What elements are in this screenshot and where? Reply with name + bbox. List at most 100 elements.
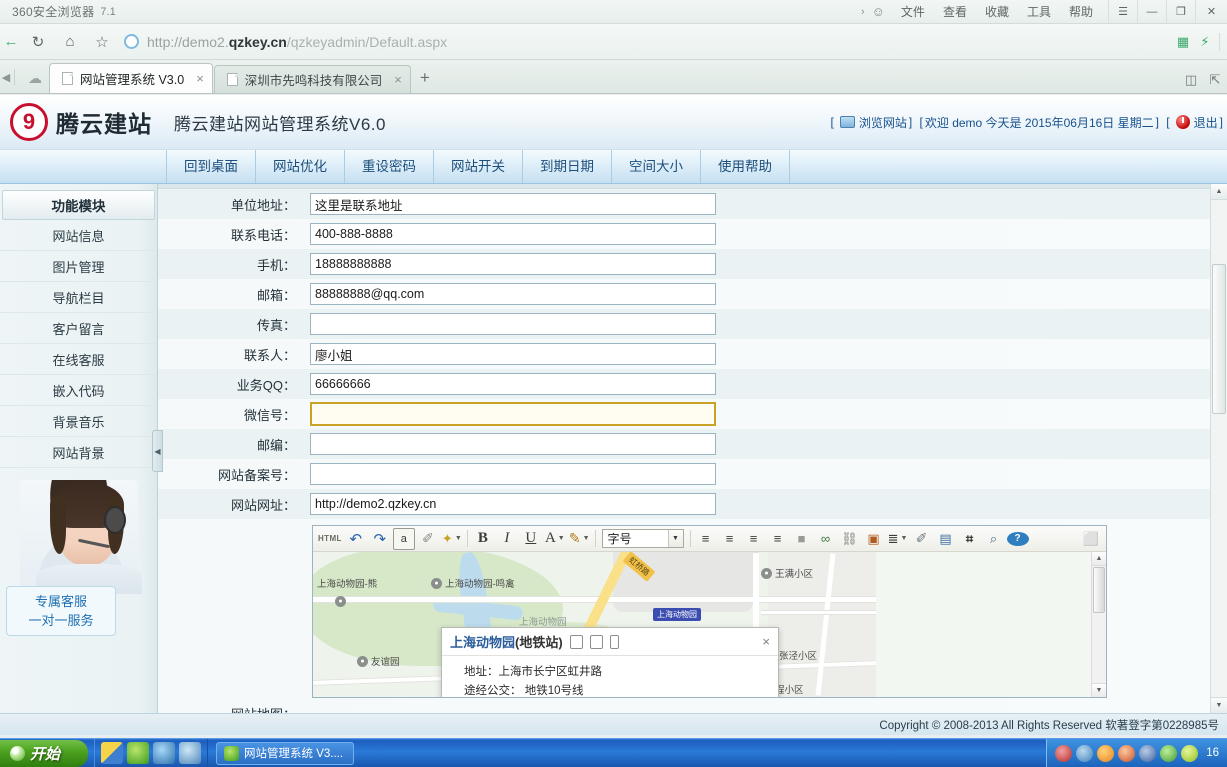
- chevron-right-icon[interactable]: ›: [856, 6, 870, 18]
- input-icp-number[interactable]: [310, 463, 716, 485]
- insert-image-icon[interactable]: ▣: [863, 528, 885, 550]
- scrollbar-thumb[interactable]: [1093, 567, 1105, 613]
- editor-canvas[interactable]: 上海动物园-熊 ● ●上海动物园-鸣禽 ●友谊园 ●王满小区 ●张泾小区 程小区…: [313, 552, 1106, 697]
- shield-icon[interactable]: [1160, 744, 1178, 762]
- home-icon[interactable]: ⌂: [54, 28, 86, 56]
- input-email[interactable]: [310, 283, 716, 305]
- back-icon[interactable]: ←: [0, 30, 22, 54]
- input-fax[interactable]: [310, 313, 716, 335]
- logout-link[interactable]: 退出: [1194, 114, 1218, 131]
- menu-help[interactable]: 帮助: [1060, 0, 1102, 24]
- highlight-color-icon[interactable]: ✎ ▼: [568, 528, 591, 550]
- tab-website-management[interactable]: 网站管理系统 V3.0 ×: [49, 63, 213, 93]
- tab-scroll-left-icon[interactable]: ◀: [0, 71, 12, 93]
- plus-icon[interactable]: [1181, 744, 1199, 762]
- unlink-icon[interactable]: ⛓: [839, 528, 861, 550]
- sidebar-collapse-handle[interactable]: ◀: [152, 430, 163, 472]
- tray-time[interactable]: 16: [1206, 747, 1219, 759]
- external-link-icon[interactable]: [569, 634, 583, 649]
- editor-scrollbar[interactable]: ▲ ▼: [1091, 552, 1106, 697]
- insert-media-icon[interactable]: ▤: [935, 528, 957, 550]
- eraser-icon[interactable]: ✐: [417, 528, 439, 550]
- tab-shenzhen-company[interactable]: 深圳市先鸣科技有限公司 ×: [213, 65, 411, 93]
- nav-space-size[interactable]: 空间大小: [612, 150, 701, 183]
- line-spacing-icon[interactable]: ≣ ▼: [887, 528, 909, 550]
- nav-reset-password[interactable]: 重设密码: [345, 150, 434, 183]
- media-icon[interactable]: [153, 742, 175, 764]
- align-left-icon[interactable]: ≡: [719, 528, 741, 550]
- sidebar-item-site-background[interactable]: 网站背景: [0, 437, 157, 468]
- close-icon[interactable]: ×: [762, 634, 770, 649]
- align-block-icon[interactable]: ■: [791, 528, 813, 550]
- taskbar-window-button[interactable]: 网站管理系统 V3....: [216, 741, 355, 765]
- mobile-icon[interactable]: [609, 634, 619, 649]
- nav-back-to-desktop[interactable]: 回到桌面: [166, 150, 256, 183]
- redo-icon[interactable]: ↷: [369, 528, 391, 550]
- sync-icon[interactable]: [1076, 744, 1094, 762]
- preview-icon[interactable]: ⌕: [983, 528, 1005, 550]
- attachment-icon[interactable]: ✐: [911, 528, 933, 550]
- bookmark-star-icon[interactable]: ☆: [86, 28, 118, 56]
- html-source-icon[interactable]: HTML: [317, 528, 343, 550]
- menu-tools[interactable]: 工具: [1018, 0, 1060, 24]
- shield-icon[interactable]: ▦: [1172, 31, 1194, 53]
- input-business-qq[interactable]: [310, 373, 716, 395]
- underline-icon[interactable]: U: [520, 528, 542, 550]
- person-icon[interactable]: ☺: [870, 4, 892, 19]
- map-info-window[interactable]: 上海动物园(地铁站) × 地址：上海市长宁区虹井路 途经公交： 地铁10号线: [441, 627, 779, 697]
- edit-icon[interactable]: [589, 634, 603, 649]
- camera-icon[interactable]: [1055, 744, 1073, 762]
- fullscreen-icon[interactable]: ⬜: [1080, 528, 1102, 550]
- sidebar-item-customer-messages[interactable]: 客户留言: [0, 313, 157, 344]
- cloud-icon[interactable]: ☁: [21, 70, 49, 93]
- show-desktop-icon[interactable]: [101, 742, 123, 764]
- service-bubble[interactable]: 专属客服 一对一服务: [6, 586, 116, 636]
- close-icon[interactable]: ×: [394, 72, 402, 87]
- sidebar-item-online-service[interactable]: 在线客服: [0, 344, 157, 375]
- input-site-url[interactable]: [310, 493, 716, 515]
- sidebar-item-background-music[interactable]: 背景音乐: [0, 406, 157, 437]
- close-button[interactable]: ✕: [1196, 0, 1227, 24]
- link-icon[interactable]: ∞: [815, 528, 837, 550]
- baidu-map[interactable]: 上海动物园-熊 ● ●上海动物园-鸣禽 ●友谊园 ●王满小区 ●张泾小区 程小区…: [313, 552, 876, 697]
- nav-site-optimization[interactable]: 网站优化: [256, 150, 345, 183]
- lightning-icon[interactable]: ⚡: [1194, 31, 1216, 53]
- window-list-icon[interactable]: ◫: [1179, 72, 1203, 88]
- scrollbar-thumb[interactable]: [1212, 264, 1226, 414]
- input-postcode[interactable]: [310, 433, 716, 455]
- input-wechat[interactable]: [310, 402, 716, 426]
- music-icon[interactable]: [1139, 744, 1157, 762]
- browser-icon[interactable]: [127, 742, 149, 764]
- restore-tab-icon[interactable]: ⇱: [1203, 72, 1227, 88]
- help-icon[interactable]: ?: [1006, 531, 1029, 546]
- font-size-select[interactable]: 字号 ▼: [601, 529, 684, 548]
- font-color-icon[interactable]: A ▼: [544, 528, 566, 550]
- nav-site-switch[interactable]: 网站开关: [434, 150, 523, 183]
- qq-icon[interactable]: [1118, 744, 1136, 762]
- input-contact-person[interactable]: [310, 343, 716, 365]
- nav-help[interactable]: 使用帮助: [701, 150, 790, 183]
- align-center-icon[interactable]: ≡: [743, 528, 765, 550]
- reload-icon[interactable]: ↻: [22, 28, 54, 56]
- maximize-button[interactable]: ❐: [1167, 0, 1196, 24]
- sidebar-item-nav-columns[interactable]: 导航栏目: [0, 282, 157, 313]
- sidebar-item-image-management[interactable]: 图片管理: [0, 251, 157, 282]
- url-input[interactable]: http://demo2.qzkey.cn/qzkeyadmin/Default…: [120, 30, 1168, 54]
- menu-favorites[interactable]: 收藏: [976, 0, 1018, 24]
- select-all-icon[interactable]: a: [392, 527, 415, 550]
- input-contact-phone[interactable]: [310, 223, 716, 245]
- align-right-icon[interactable]: ≡: [767, 528, 789, 550]
- format-painter-icon[interactable]: ✦ ▼: [441, 528, 463, 550]
- customer-service-widget[interactable]: 专属客服 一对一服务: [6, 480, 152, 640]
- scroll-up-icon[interactable]: ▲: [1211, 184, 1227, 200]
- weather-icon[interactable]: [1097, 744, 1115, 762]
- scroll-down-icon[interactable]: ▼: [1211, 697, 1227, 713]
- page-scrollbar[interactable]: ▲ ▼: [1210, 184, 1227, 713]
- start-button[interactable]: 开始: [0, 739, 88, 767]
- sidebar-item-site-info[interactable]: 网站信息: [0, 220, 157, 251]
- ie-icon[interactable]: [179, 742, 201, 764]
- input-mobile[interactable]: [310, 253, 716, 275]
- skin-button[interactable]: ☰: [1109, 0, 1138, 24]
- find-replace-icon[interactable]: ⌗: [959, 528, 981, 550]
- browse-site-link[interactable]: 浏览网站: [859, 114, 907, 131]
